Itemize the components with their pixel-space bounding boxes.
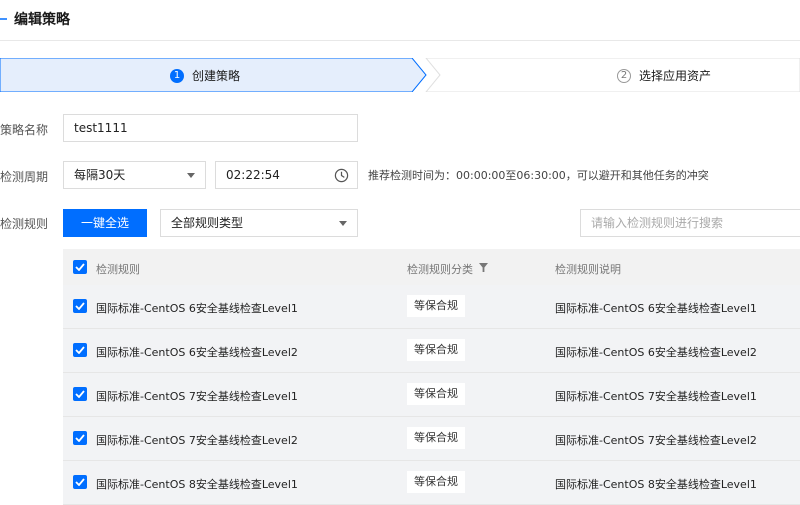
row-checkbox[interactable] [73,299,87,313]
table-row[interactable]: 国际标准-CentOS 6安全基线检查Level2 等保合规 国际标准-CentOS… [63,329,800,373]
detection-period-select[interactable]: 每隔30天 [63,161,206,189]
period-hint: 推荐检测时间为：00:00:00至06:30:00，可以避开和其他任务的冲突 [368,169,709,182]
page-title: 编辑策略 [14,12,70,28]
page-header: 编辑策略 [0,0,800,41]
step-1-label: 创建策略 [192,69,241,83]
clock-icon [334,168,349,183]
rule-type-value: 全部规则类型 [171,216,244,230]
row-checkbox[interactable] [73,387,87,401]
step-2-number: 2 [617,68,631,83]
rule-name-cell: 国际标准-CentOS 6安全基线检查Level2 [96,346,298,359]
table-row[interactable]: 国际标准-CentOS 7安全基线检查Level1 等保合规 国际标准-CentOS… [63,373,800,417]
column-header-rule: 检测规则 [96,263,140,276]
row-checkbox[interactable] [73,343,87,357]
table-row[interactable]: 国际标准-CentOS 7安全基线检查Level2 等保合规 国际标准-CentOS… [63,417,800,461]
category-tag: 等保合规 [407,295,465,317]
step-1: 1 创建策略 [170,67,240,84]
time-picker[interactable]: 02:22:54 [215,161,358,189]
table-row[interactable]: 国际标准-CentOS 8安全基线检查Level1 等保合规 国际标准-CentOS… [63,461,800,505]
step-indicator: 1 创建策略 2 选择应用资产 [0,58,800,92]
detection-period-label: 检测周期 [0,170,49,184]
column-header-description: 检测规则说明 [555,263,621,276]
time-value: 02:22:54 [226,168,280,182]
chevron-down-icon [187,173,195,178]
detection-rules-label: 检测规则 [0,217,49,231]
rule-description-cell: 国际标准-CentOS 6安全基线检查Level1 [555,302,757,315]
table-row[interactable]: 国际标准-CentOS 6安全基线检查Level1 等保合规 国际标准-CentOS… [63,285,800,329]
row-checkbox[interactable] [73,475,87,489]
rule-name-cell: 国际标准-CentOS 7安全基线检查Level1 [96,390,298,403]
rule-name-cell: 国际标准-CentOS 7安全基线检查Level2 [96,434,298,447]
step-2[interactable]: 2 选择应用资产 [617,67,711,84]
rule-description-cell: 国际标准-CentOS 6安全基线检查Level2 [555,346,757,359]
category-tag: 等保合规 [407,427,465,449]
rule-type-select[interactable]: 全部规则类型 [160,209,358,237]
rule-description-cell: 国际标准-CentOS 8安全基线检查Level1 [555,478,757,491]
strategy-name-input[interactable] [63,114,358,142]
detection-period-value: 每隔30天 [74,168,126,182]
select-all-button[interactable]: 一键全选 [63,209,147,237]
back-arrow-icon[interactable] [0,12,8,26]
rule-name-cell: 国际标准-CentOS 6安全基线检查Level1 [96,302,298,315]
rule-description-cell: 国际标准-CentOS 7安全基线检查Level1 [555,390,757,403]
table-header: 检测规则 检测规则分类 检测规则说明 [63,249,800,285]
filter-icon[interactable] [479,263,488,272]
column-header-category[interactable]: 检测规则分类 [407,261,473,277]
category-tag: 等保合规 [407,339,465,361]
step-1-number: 1 [170,68,184,83]
category-tag: 等保合规 [407,471,465,493]
category-tag: 等保合规 [407,383,465,405]
select-all-checkbox[interactable] [73,260,87,274]
row-checkbox[interactable] [73,431,87,445]
rule-search-input[interactable] [580,209,800,237]
rule-name-cell: 国际标准-CentOS 8安全基线检查Level1 [96,478,298,491]
rule-description-cell: 国际标准-CentOS 7安全基线检查Level2 [555,434,757,447]
strategy-name-label: 策略名称 [0,123,49,137]
chevron-down-icon [339,221,347,226]
step-2-label: 选择应用资产 [639,69,712,83]
